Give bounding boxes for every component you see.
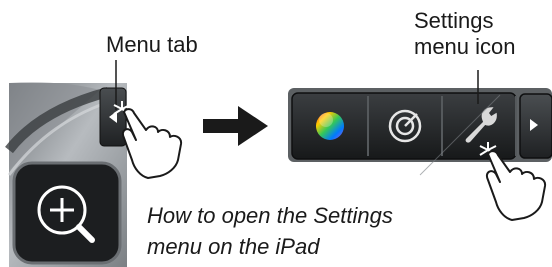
more-button[interactable] — [519, 93, 552, 159]
pointing-hand-icon — [122, 108, 183, 179]
settings-icon-label-line2: menu icon — [414, 34, 516, 59]
color-button[interactable] — [294, 95, 366, 157]
flow-arrow — [203, 106, 268, 146]
caption-line2: menu on the iPad — [147, 234, 320, 259]
settings-icon-label: Settings menu icon — [414, 8, 516, 60]
caption-line1: How to open the Settings — [147, 203, 393, 228]
settings-icon-label-line1: Settings — [414, 8, 494, 33]
figure-caption: How to open the Settings menu on the iPa… — [147, 200, 393, 262]
settings-button[interactable] — [444, 95, 514, 157]
menu-tab[interactable] — [99, 87, 127, 147]
instruction-figure: Menu tab Settings menu icon How to open … — [0, 0, 552, 267]
zoom-button[interactable] — [12, 161, 122, 265]
color-wheel-icon — [316, 112, 344, 140]
radar-button[interactable] — [370, 95, 440, 157]
menu-tab-label: Menu tab — [106, 32, 198, 57]
